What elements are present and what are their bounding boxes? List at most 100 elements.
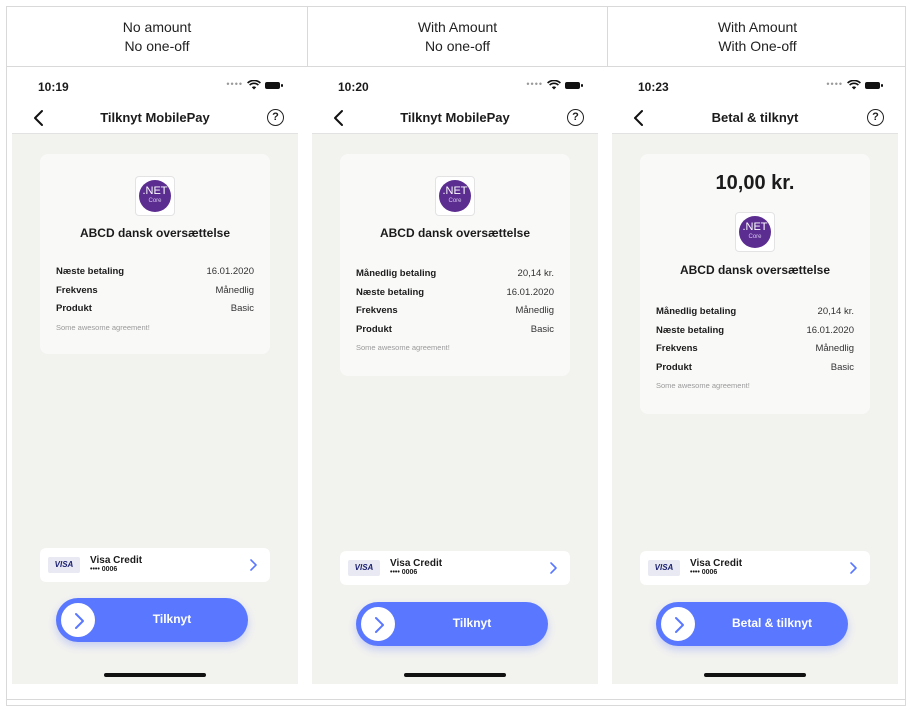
signal-icon: •••• [826, 78, 843, 89]
detail-row: Frekvens Månedlig [356, 305, 554, 316]
detail-row: Frekvens Månedlig [56, 284, 254, 296]
visa-logo-icon: VISA [648, 560, 680, 576]
battery-icon [865, 81, 883, 89]
swipe-button-label: Tilknyt [152, 612, 192, 626]
status-bar: 10:19 •••• [12, 68, 298, 102]
swipe-confirm-button[interactable]: Betal & tilknyt [656, 602, 848, 646]
agreement-description: Some awesome agreement! [356, 343, 450, 352]
detail-row: Næste betaling 16.01.2020 [356, 286, 554, 298]
swipe-handle[interactable] [659, 605, 697, 643]
signal-icon: •••• [226, 78, 243, 89]
chevron-right-icon [250, 559, 257, 571]
phone-screen-with-amount: 10:20 •••• Tilknyt MobilePay ? .NET Core… [312, 68, 598, 684]
detail-row: Månedlig betaling 20,14 kr. [656, 306, 854, 317]
screen-title: Tilknyt MobilePay [400, 110, 510, 125]
header-line-1: With Amount [717, 19, 798, 35]
chevron-right-icon [550, 562, 557, 574]
status-bar: 10:23 •••• [612, 68, 898, 102]
card-name: Visa Credit [90, 555, 143, 566]
swipe-confirm-button[interactable]: Tilknyt [56, 598, 248, 642]
signal-icon: •••• [526, 78, 543, 89]
phone-screen-no-amount: 10:19 •••• Tilknyt MobilePay ? .NET Core… [12, 68, 298, 684]
merchant-name: ABCD dansk oversættelse [79, 226, 231, 240]
wifi-icon [847, 80, 861, 90]
system-icons: •••• [526, 78, 583, 90]
home-indicator [104, 673, 206, 677]
help-icon[interactable]: ? [867, 109, 884, 126]
card-name: Visa Credit [390, 558, 443, 569]
screen-title: Tilknyt MobilePay [100, 110, 210, 125]
card-number: •••• 0006 [390, 569, 418, 576]
payment-card-selector[interactable]: VISA Visa Credit •••• 0006 [40, 548, 270, 582]
merchant-logo: .NET Core [735, 212, 775, 252]
arrow-right-icon [375, 617, 384, 633]
arrow-right-icon [75, 613, 84, 629]
column-header-with-amount: With Amount No one-off [307, 7, 607, 67]
help-icon[interactable]: ? [567, 109, 584, 126]
detail-row: Produkt Basic [56, 303, 254, 314]
header-line-1: No amount [122, 19, 192, 35]
swipe-button-label: Tilknyt [452, 616, 492, 630]
card-name: Visa Credit [690, 558, 743, 569]
status-time: 10:23 [638, 80, 669, 94]
dotnet-core-logo-icon: .NET Core [439, 180, 471, 212]
one-off-amount: 10,00 kr. [715, 172, 795, 194]
agreement-details: Månedlig betaling 20,14 kr. Næste betalin… [656, 306, 854, 390]
battery-icon [565, 81, 583, 89]
visa-logo-icon: VISA [348, 560, 380, 576]
swipe-handle[interactable] [59, 601, 97, 639]
column-header-with-one-off: With Amount With One-off [607, 7, 907, 67]
detail-row: Månedlig betaling 20,14 kr. [356, 268, 554, 279]
help-icon[interactable]: ? [267, 109, 284, 126]
visa-logo-icon: VISA [48, 557, 80, 573]
agreement-card: .NET Core ABCD dansk oversættelse Næste … [40, 154, 270, 354]
card-number: •••• 0006 [90, 566, 118, 573]
detail-row: Næste betaling 16.01.2020 [56, 266, 254, 277]
column-header-no-amount: No amount No one-off [7, 7, 307, 67]
header-line-2: With One-off [718, 38, 797, 54]
swipe-handle[interactable] [359, 605, 397, 643]
home-indicator [704, 673, 806, 677]
header-line-2: No one-off [124, 38, 190, 54]
system-icons: •••• [226, 78, 283, 90]
phone-screen-with-one-off: 10:23 •••• Betal & tilknyt ? 10,00 kr. .… [612, 68, 898, 684]
merchant-name: ABCD dansk oversættelse [379, 226, 531, 240]
detail-row: Produkt Basic [656, 361, 854, 373]
swipe-button-label: Betal & tilknyt [731, 616, 812, 630]
screen-title: Betal & tilknyt [711, 110, 799, 125]
agreement-details: Månedlig betaling 20,14 kr. Næste betalin… [356, 268, 554, 352]
agreement-description: Some awesome agreement! [656, 381, 750, 390]
header-line-1: With Amount [417, 19, 498, 35]
status-bar: 10:20 •••• [312, 68, 598, 102]
card-number: •••• 0006 [690, 569, 718, 576]
navigation-bar: Betal & tilknyt ? [612, 102, 898, 134]
agreement-card: .NET Core ABCD dansk oversættelse Månedl… [340, 154, 570, 376]
system-icons: •••• [826, 78, 883, 90]
agreement-card: 10,00 kr. .NET Core ABCD dansk oversætte… [640, 154, 870, 414]
home-indicator [404, 673, 506, 677]
merchant-name: ABCD dansk oversættelse [679, 263, 831, 277]
dotnet-core-logo-icon: .NET Core [739, 216, 771, 248]
header-row: No amount No one-off With Amount No one-… [7, 7, 905, 67]
payment-card-selector[interactable]: VISA Visa Credit •••• 0006 [340, 551, 570, 585]
arrow-right-icon [675, 617, 684, 633]
status-time: 10:19 [38, 80, 69, 94]
wifi-icon [247, 80, 261, 90]
chevron-right-icon [850, 562, 857, 574]
swipe-confirm-button[interactable]: Tilknyt [356, 602, 548, 646]
detail-row: Produkt Basic [356, 323, 554, 335]
agreement-details: Næste betaling 16.01.2020 Frekvens Månedli… [56, 266, 254, 332]
table-bottom-divider [7, 699, 905, 700]
status-time: 10:20 [338, 80, 369, 94]
dotnet-core-logo-icon: .NET Core [139, 180, 171, 212]
header-line-2: No one-off [424, 38, 491, 54]
battery-icon [265, 81, 283, 89]
wifi-icon [547, 80, 561, 90]
merchant-logo: .NET Core [435, 176, 475, 216]
agreement-description: Some awesome agreement! [56, 322, 150, 332]
detail-row: Næste betaling 16.01.2020 [656, 324, 854, 336]
navigation-bar: Tilknyt MobilePay ? [312, 102, 598, 134]
payment-card-selector[interactable]: VISA Visa Credit •••• 0006 [640, 551, 870, 585]
navigation-bar: Tilknyt MobilePay ? [12, 102, 298, 134]
detail-row: Frekvens Månedlig [656, 343, 854, 354]
